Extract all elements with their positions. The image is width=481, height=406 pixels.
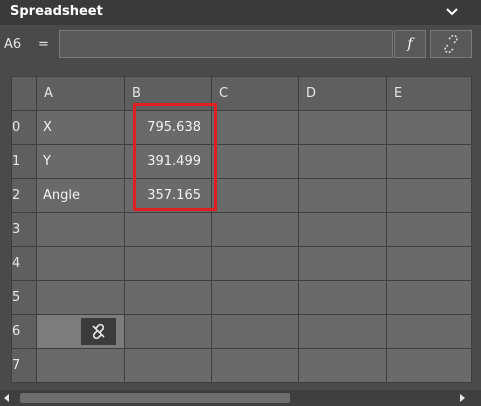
cell-d4[interactable] [298, 246, 387, 281]
panel-title: Spreadsheet [10, 4, 103, 19]
table-row: 3 [11, 212, 472, 247]
column-header-c[interactable]: C [211, 76, 299, 111]
cell-b4[interactable] [124, 246, 212, 281]
scroll-thumb[interactable] [20, 393, 290, 403]
unlink-icon [444, 35, 458, 53]
cell-e7[interactable] [386, 348, 472, 383]
row-label: 3 [12, 222, 21, 237]
cell-c3[interactable] [211, 212, 299, 247]
cell-a3[interactable] [36, 212, 125, 247]
formula-input[interactable] [59, 30, 393, 58]
table-row: 6 [11, 314, 472, 349]
row-header[interactable]: 2 [11, 178, 37, 213]
panel-header: Spreadsheet [0, 0, 481, 25]
cell-a2[interactable]: Angle [36, 178, 125, 213]
cell-a5[interactable] [36, 280, 125, 315]
column-header-row: A B C D E [11, 76, 472, 111]
cell-b1[interactable]: 391.499 [124, 144, 212, 179]
row-header[interactable]: 1 [11, 144, 37, 179]
table-row: 2 Angle 357.165 [11, 178, 472, 213]
cell-c0[interactable] [211, 110, 299, 145]
cell-d1[interactable] [298, 144, 387, 179]
spreadsheet-grid: A B C D E 0 X 795.638 1 Y 391.499 2 Angl… [11, 76, 472, 383]
formula-bar: A6 = f [0, 27, 481, 63]
cell-a6-selected[interactable] [36, 314, 125, 349]
cell-b3[interactable] [124, 212, 212, 247]
cell-e4[interactable] [386, 246, 472, 281]
cell-a0[interactable]: X [36, 110, 125, 145]
row-header[interactable]: 4 [11, 246, 37, 281]
cell-e6[interactable] [386, 314, 472, 349]
row-label: 6 [12, 324, 21, 339]
column-header-d[interactable]: D [298, 76, 387, 111]
unlink-icon [92, 323, 105, 340]
cell-c1[interactable] [211, 144, 299, 179]
row-header[interactable]: 7 [11, 348, 37, 383]
cell-e0[interactable] [386, 110, 472, 145]
function-button[interactable]: f [394, 30, 426, 58]
cell-b6[interactable] [124, 314, 212, 349]
cell-d3[interactable] [298, 212, 387, 247]
row-header[interactable]: 5 [11, 280, 37, 315]
table-row: 0 X 795.638 [11, 110, 472, 145]
column-header-e[interactable]: E [386, 76, 472, 111]
cell-e2[interactable] [386, 178, 472, 213]
cell-e3[interactable] [386, 212, 472, 247]
cell-d5[interactable] [298, 280, 387, 315]
cell-c2[interactable] [211, 178, 299, 213]
table-row: 4 [11, 246, 472, 281]
row-header[interactable]: 0 [11, 110, 37, 145]
cell-d7[interactable] [298, 348, 387, 383]
row-label: 1 [12, 154, 21, 169]
column-header-a[interactable]: A [36, 76, 125, 111]
cell-d0[interactable] [298, 110, 387, 145]
cell-b7[interactable] [124, 348, 212, 383]
cell-a4[interactable] [36, 246, 125, 281]
row-label: 7 [12, 358, 21, 373]
scroll-left-arrow-icon[interactable] [4, 394, 9, 402]
cell-unlink-button[interactable] [81, 318, 116, 345]
cell-c5[interactable] [211, 280, 299, 315]
cell-c4[interactable] [211, 246, 299, 281]
chevron-down-icon[interactable] [445, 5, 459, 19]
row-label: 2 [12, 188, 21, 203]
cell-e5[interactable] [386, 280, 472, 315]
table-row: 1 Y 391.499 [11, 144, 472, 179]
cell-b0[interactable]: 795.638 [124, 110, 212, 145]
cell-e1[interactable] [386, 144, 472, 179]
column-header-b[interactable]: B [124, 76, 212, 111]
unlink-button[interactable] [430, 30, 472, 58]
cell-reference: A6 [4, 37, 22, 52]
cell-c6[interactable] [211, 314, 299, 349]
horizontal-scrollbar[interactable] [0, 390, 481, 406]
cell-b5[interactable] [124, 280, 212, 315]
cell-a7[interactable] [36, 348, 125, 383]
scroll-right-arrow-icon[interactable] [460, 394, 465, 402]
row-label: 4 [12, 256, 21, 271]
row-header[interactable]: 6 [11, 314, 37, 349]
cell-d6[interactable] [298, 314, 387, 349]
table-row: 5 [11, 280, 472, 315]
corner-cell[interactable] [11, 76, 37, 111]
row-label: 5 [12, 290, 21, 305]
cell-b2[interactable]: 357.165 [124, 178, 212, 213]
vertical-scroll-track[interactable] [473, 25, 481, 390]
row-header[interactable]: 3 [11, 212, 37, 247]
equals-sign: = [38, 37, 49, 52]
cell-c7[interactable] [211, 348, 299, 383]
cell-a1[interactable]: Y [36, 144, 125, 179]
cell-d2[interactable] [298, 178, 387, 213]
row-label: 0 [12, 120, 21, 135]
table-row: 7 [11, 348, 472, 383]
